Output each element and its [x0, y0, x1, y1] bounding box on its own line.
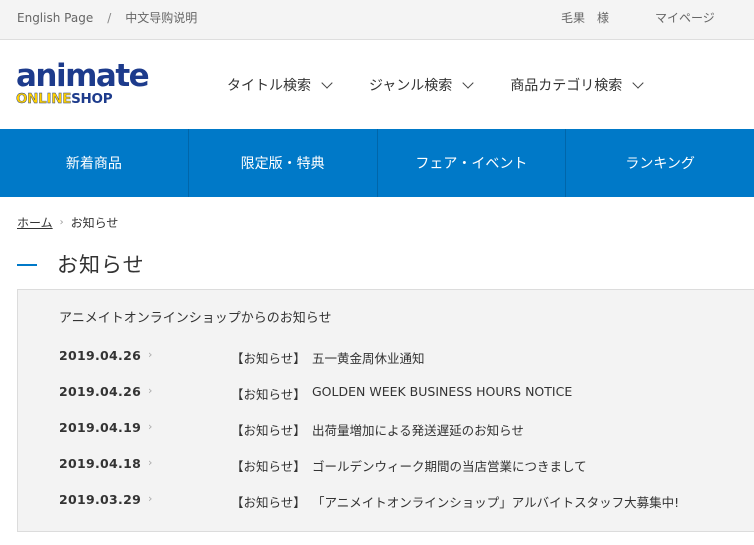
news-date: 2019.03.29	[59, 492, 142, 507]
logo-online: ONLINE	[16, 91, 72, 107]
breadcrumb-home-link[interactable]: ホーム	[17, 214, 53, 231]
mypage-link[interactable]: マイページ	[655, 9, 715, 26]
genre-search-dropdown[interactable]: ジャンル検索	[369, 75, 474, 95]
menu-item-fair-event[interactable]: フェア・イベント	[378, 129, 567, 197]
chevron-right-icon: ›	[148, 384, 153, 397]
news-item[interactable]: 2019.04.26 › 【お知らせ】 五一黄金周休业通知	[59, 348, 739, 384]
news-title-link[interactable]: GOLDEN WEEK BUSINESS HOURS NOTICE	[312, 384, 572, 399]
title-search-dropdown[interactable]: タイトル検索	[227, 75, 333, 95]
page-title-text: お知らせ	[57, 253, 145, 277]
news-date: 2019.04.26	[59, 348, 142, 363]
user-name-link[interactable]: 毛果 様	[561, 9, 609, 26]
news-date: 2019.04.26	[59, 384, 142, 399]
news-panel: アニメイトオンラインショップからのお知らせ 2019.04.26 › 【お知らせ…	[17, 289, 754, 532]
news-category: 【お知らせ】	[231, 495, 306, 510]
site-header: animate ONLINESHOP タイトル検索 ジャンル検索 商品カテゴリ検…	[0, 40, 754, 129]
chevron-down-icon	[632, 76, 644, 89]
news-item[interactable]: 2019.03.29 › 【お知らせ】 「アニメイトオンラインショップ」アルバイ…	[59, 492, 739, 528]
utility-bar: English Page / 中文导购说明 毛果 様 マイページ	[0, 0, 754, 40]
account-links: 毛果 様 マイページ	[561, 9, 715, 26]
news-item[interactable]: 2019.04.18 › 【お知らせ】 ゴールデンウィーク期間の当店営業につきま…	[59, 456, 739, 492]
news-category: 【お知らせ】	[231, 351, 306, 366]
chevron-right-icon: ›	[148, 348, 153, 361]
news-date: 2019.04.18	[59, 456, 142, 471]
breadcrumb-current: お知らせ	[70, 216, 119, 230]
animate-logo[interactable]: animate ONLINESHOP	[16, 58, 150, 109]
chevron-right-icon: ›	[148, 456, 153, 469]
news-title-link[interactable]: 五一黄金周休业通知	[312, 348, 425, 367]
news-title-link[interactable]: ゴールデンウィーク期間の当店営業につきまして	[312, 456, 587, 475]
title-accent-bar	[17, 264, 37, 266]
logo-shop: SHOP	[71, 91, 113, 107]
search-nav: タイトル検索 ジャンル検索 商品カテゴリ検索	[227, 75, 680, 95]
main-menu: 新着商品 限定版・特典 フェア・イベント ランキング	[0, 129, 754, 197]
english-page-link[interactable]: English Page	[17, 11, 93, 25]
language-links: English Page / 中文导购说明	[17, 9, 197, 26]
category-search-label: 商品カテゴリ検索	[510, 78, 623, 94]
menu-item-ranking[interactable]: ランキング	[566, 129, 754, 197]
chevron-right-icon: ›	[148, 492, 153, 505]
news-date: 2019.04.19	[59, 420, 142, 435]
news-title-link[interactable]: 出荷量増加による発送遅延のお知らせ	[312, 420, 524, 439]
menu-item-limited-bonus[interactable]: 限定版・特典	[189, 129, 378, 197]
news-heading: アニメイトオンラインショップからのお知らせ	[59, 311, 332, 326]
chevron-down-icon	[462, 76, 474, 89]
news-item[interactable]: 2019.04.26 › 【お知らせ】 GOLDEN WEEK BUSINESS…	[59, 384, 739, 420]
language-separator: /	[107, 10, 112, 25]
chinese-guide-link[interactable]: 中文导购说明	[125, 9, 197, 26]
news-category: 【お知らせ】	[231, 423, 306, 438]
news-list: 2019.04.26 › 【お知らせ】 五一黄金周休业通知 2019.04.26…	[59, 348, 739, 528]
news-item[interactable]: 2019.04.19 › 【お知らせ】 出荷量増加による発送遅延のお知らせ	[59, 420, 739, 456]
news-title-link[interactable]: 「アニメイトオンラインショップ」アルバイトスタッフ大募集中!	[312, 492, 679, 511]
logo-wordmark: animate	[16, 58, 150, 94]
chevron-right-icon: ›	[148, 420, 153, 433]
breadcrumb-arrow-icon: ›	[59, 217, 64, 228]
chevron-down-icon	[321, 76, 333, 89]
news-category: 【お知らせ】	[231, 387, 306, 402]
category-search-dropdown[interactable]: 商品カテゴリ検索	[510, 75, 644, 95]
page-title: お知らせ	[17, 249, 145, 279]
breadcrumb: ホーム › お知らせ	[17, 214, 118, 231]
genre-search-label: ジャンル検索	[369, 78, 453, 94]
news-category: 【お知らせ】	[231, 459, 306, 474]
title-search-label: タイトル検索	[227, 78, 311, 94]
menu-item-new-products[interactable]: 新着商品	[0, 129, 189, 197]
